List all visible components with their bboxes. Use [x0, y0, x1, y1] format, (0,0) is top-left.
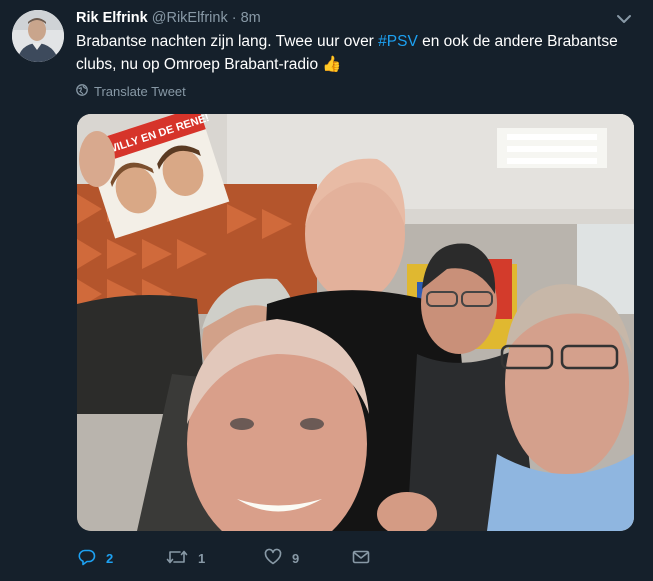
reply-count: 2 — [106, 550, 114, 566]
reply-icon — [78, 548, 96, 569]
thumbs-up-emoji: 👍 — [322, 56, 342, 73]
retweet-button[interactable]: 1 — [166, 548, 264, 569]
like-count: 9 — [292, 550, 300, 566]
avatar[interactable] — [12, 10, 64, 62]
globe-icon — [76, 84, 88, 99]
author-handle[interactable]: @RikElfrink — [152, 10, 228, 26]
hashtag-link[interactable]: #PSV — [378, 33, 418, 50]
reply-button[interactable]: 2 — [78, 548, 166, 569]
retweet-count: 1 — [198, 550, 206, 566]
like-button[interactable]: 9 — [264, 548, 352, 569]
tweet-actions: 2 1 9 — [78, 546, 370, 570]
tweet-header: Rik Elfrink @RikElfrink · 8m — [76, 9, 261, 27]
tweet-photo[interactable]: BEN WILLY EN DE RENE! — [77, 114, 634, 531]
translate-tweet[interactable]: Translate Tweet — [76, 84, 186, 99]
share-icon — [352, 548, 370, 569]
tweet-text-part: Brabantse nachten zijn lang. Twee uur ov… — [76, 33, 379, 50]
translate-label: Translate Tweet — [94, 84, 186, 99]
chevron-down-icon[interactable] — [615, 10, 633, 28]
heart-icon — [264, 548, 282, 569]
tweet-text: Brabantse nachten zijn lang. Twee uur ov… — [76, 30, 636, 76]
tweet-time[interactable]: 8m — [241, 10, 261, 26]
share-button[interactable] — [352, 548, 370, 569]
separator-dot: · — [231, 10, 237, 26]
author-name[interactable]: Rik Elfrink — [76, 10, 148, 26]
retweet-icon — [166, 548, 188, 569]
